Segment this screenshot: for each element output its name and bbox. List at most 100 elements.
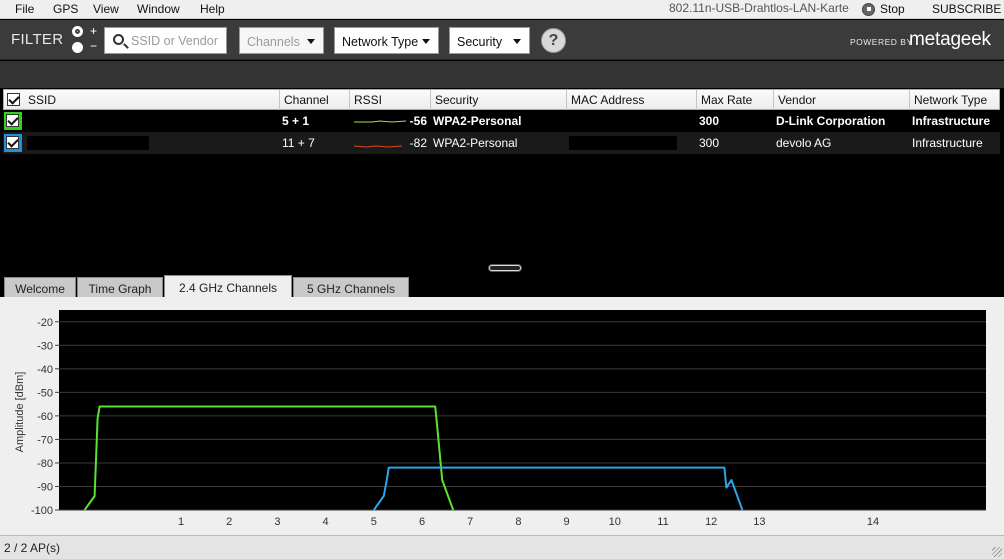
x-tick-label: 11 [657,516,668,528]
y-tick-label: -70 [37,434,53,446]
rssi-value: -82 [409,136,427,150]
network-type-dropdown-label: Network Type [342,35,419,49]
channels-dropdown-label: Channels [247,35,300,49]
cell-ssid [23,110,278,132]
chevron-down-icon [422,39,430,44]
ap-count: 2 / 2 AP(s) [4,541,61,555]
include-label: + [90,24,98,38]
exclude-radio[interactable] [72,42,83,53]
channel-chart-panel: -20 -30 -40 -50 -60 -70 -80 -90 -100 1 2 3 4 5 6 7 8 9 10… [0,300,1004,535]
cell-max-rate: 300 [699,114,720,128]
cell-network-type: Infrastructure [912,114,991,128]
stop-label: Stop [880,2,905,16]
column-header-max-rate[interactable]: Max Rate [696,90,773,110]
tab-bar: Welcome Time Graph 2.4 GHz Channels 5 GH… [0,275,1004,299]
x-tick-label: 9 [564,516,570,528]
network-type-dropdown[interactable]: Network Type [334,27,439,54]
x-tick-label: 8 [515,516,521,528]
security-dropdown-label: Security [457,35,503,49]
search-icon [113,34,124,45]
rssi-sparkline [354,120,407,123]
cell-vendor: devolo AG [776,136,832,150]
rssi-value: -56 [409,114,427,128]
menu-help[interactable]: Help [200,2,225,16]
redacted-mac [569,136,677,150]
metageek-logo[interactable]: metageek [909,29,991,51]
cell-mac-address [566,110,695,132]
table-row[interactable]: 5 + 1 -56 WPA2-Personal 300 D-Link Corpo… [3,110,1000,132]
column-header-network-type[interactable]: Network Type [909,90,1001,110]
ssid-vendor-search-input[interactable] [131,31,225,51]
redacted-ssid [27,136,149,150]
security-dropdown[interactable]: Security [449,27,530,54]
status-bar: 2 / 2 AP(s) [0,535,1004,559]
row-checkbox[interactable] [6,114,19,127]
cell-security: WPA2-Personal [433,136,518,150]
cell-security: WPA2-Personal [433,114,522,128]
y-tick-label: -80 [37,458,53,470]
x-tick-label: 5 [371,516,377,528]
include-radio[interactable] [72,26,83,37]
y-tick-label: -90 [37,481,53,493]
y-tick-label: -20 [37,317,53,329]
row-color-swatch [4,134,22,152]
resize-grip-icon[interactable] [992,547,1002,557]
filter-bar: FILTER + − Channels Network Type Securit… [0,20,1004,60]
help-button[interactable]: ? [541,28,566,53]
tab-5-ghz-channels[interactable]: 5 GHz Channels [293,277,409,299]
filter-label: FILTER [11,31,64,48]
x-tick-label: 14 [867,516,879,528]
tab-welcome[interactable]: Welcome [4,277,76,299]
column-header-vendor[interactable]: Vendor [773,90,909,110]
toolbar-spacer [0,61,1004,88]
select-all-checkbox[interactable] [7,93,20,106]
menu-file[interactable]: File [15,2,34,16]
stop-button[interactable]: Stop [862,1,905,17]
column-header-mac-address[interactable]: MAC Address [566,90,696,110]
y-tick-label: -50 [37,387,53,399]
tab-2-4-ghz-channels[interactable]: 2.4 GHz Channels [164,275,292,299]
cell-channel: 11 + 7 [282,136,315,150]
channels-dropdown[interactable]: Channels [239,27,324,54]
tab-time-graph[interactable]: Time Graph [77,277,163,299]
x-tick-label: 4 [323,516,329,528]
x-tick-label: 3 [274,516,280,528]
adapter-selector[interactable]: 802.11n-USB-Drahtlos-LAN-Karte [669,1,849,15]
x-tick-label: 10 [609,516,621,528]
column-header-ssid[interactable]: SSID [24,90,279,110]
x-tick-label: 1 [178,516,184,528]
y-tick-label: -40 [37,364,53,376]
column-header-security[interactable]: Security [430,90,566,110]
y-axis-label: Amplitude [dBm] [14,372,26,453]
y-tick-label: -100 [31,505,53,517]
channel-chart: -20-30-40-50-60-70-80-90-100 1 2 3 4 5 6 7 8 9 10… [14,310,986,528]
column-header-channel[interactable]: Channel [279,90,349,110]
x-tick-label: 12 [705,516,717,528]
table-row[interactable]: 11 + 7 -82 WPA2-Personal 300 devolo AG I… [3,132,1000,154]
subscribe-link[interactable]: SUBSCRIBE [932,2,1001,16]
row-checkbox[interactable] [6,136,19,149]
x-tick-label: 13 [753,516,765,528]
y-tick-label: -30 [37,340,53,352]
stop-icon [862,2,875,16]
row-color-swatch [4,112,22,130]
menu-view[interactable]: View [93,2,119,16]
menu-bar: File GPS View Window Help 802.11n-USB-Dr… [0,0,1004,19]
chevron-down-icon [513,39,521,44]
select-all-cell [4,90,24,110]
x-tick-label: 2 [226,516,232,528]
powered-by-label: POWERED BY [850,37,913,47]
menu-window[interactable]: Window [137,2,180,16]
y-tick-label: -60 [37,411,53,423]
cell-network-type: Infrastructure [912,136,983,150]
splitter-handle[interactable] [489,265,521,271]
exclude-label: − [90,39,98,53]
column-header-rssi[interactable]: RSSI [349,90,430,110]
cell-max-rate: 300 [699,136,720,150]
cell-channel: 5 + 1 [282,114,310,128]
cell-vendor: D-Link Corporation [776,114,886,128]
search-box [104,27,227,54]
menu-gps[interactable]: GPS [53,2,78,16]
table-header: SSID Channel RSSI Security MAC Address M… [3,89,1000,110]
x-tick-label: 6 [419,516,425,528]
